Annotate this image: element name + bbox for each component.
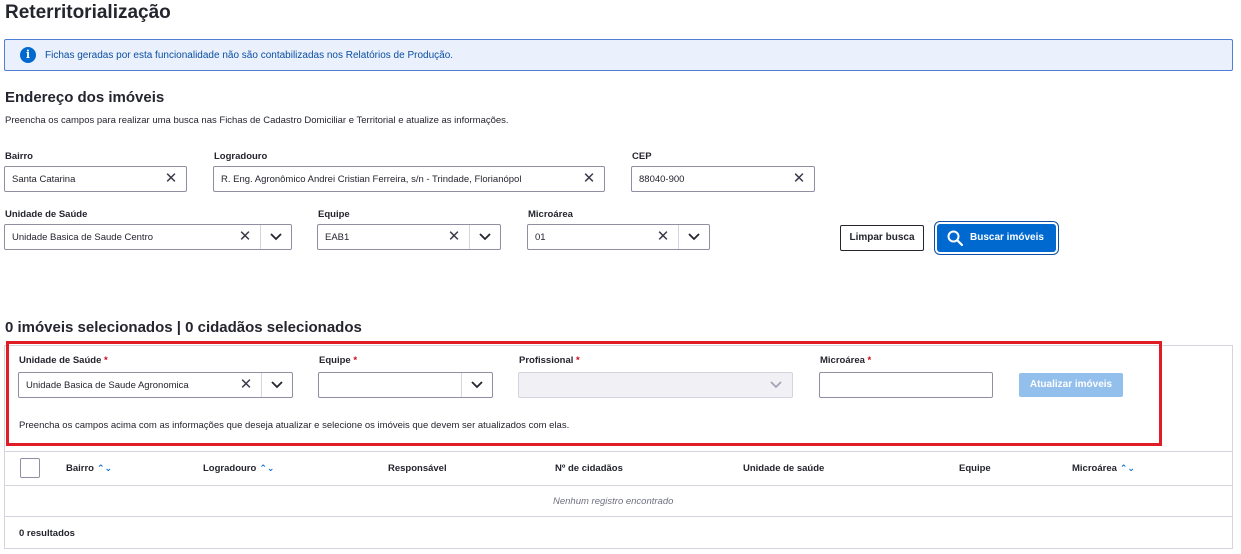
info-icon: i: [20, 47, 36, 63]
unidade-label: Unidade de Saúde: [5, 209, 88, 220]
cep-label: CEP: [632, 151, 652, 162]
equipe-select[interactable]: EAB1 ✕: [317, 224, 501, 250]
chevron-down-icon[interactable]: [469, 225, 500, 249]
logradouro-value: R. Eng. Agronômico Andrei Cristian Ferre…: [221, 174, 522, 185]
search-button[interactable]: Buscar imóveis: [937, 224, 1056, 252]
sort-icon[interactable]: ⌃⌄: [1120, 463, 1135, 473]
column-cidadaos: Nº de cidadãos: [555, 463, 623, 474]
chevron-down-icon[interactable]: [260, 225, 291, 249]
search-button-label: Buscar imóveis: [970, 232, 1044, 243]
select-all-checkbox[interactable]: [20, 458, 40, 478]
empty-table-message: Nenhum registro encontrado: [553, 496, 674, 507]
divider: [5, 485, 1232, 486]
logradouro-field[interactable]: R. Eng. Agronômico Andrei Cristian Ferre…: [213, 166, 605, 192]
search-icon: [947, 230, 963, 246]
selection-summary: 0 imóveis selecionados | 0 cidadãos sele…: [5, 319, 362, 336]
address-heading: Endereço dos imóveis: [5, 89, 165, 106]
microarea-value: 01: [535, 232, 546, 243]
clear-icon[interactable]: ✕: [655, 229, 671, 245]
bairro-field[interactable]: Santa Catarina ✕: [4, 166, 187, 192]
column-equipe: Equipe: [959, 463, 991, 474]
microarea-select[interactable]: 01 ✕: [527, 224, 710, 250]
equipe-value: EAB1: [325, 232, 350, 243]
logradouro-label: Logradouro: [214, 151, 268, 162]
highlight-box: [6, 341, 1162, 446]
column-unidade: Unidade de saúde: [743, 463, 825, 474]
clear-icon[interactable]: ✕: [791, 171, 807, 187]
clear-icon[interactable]: ✕: [237, 229, 253, 245]
sort-icon[interactable]: ⌃⌄: [97, 463, 112, 473]
clear-icon[interactable]: ✕: [581, 171, 597, 187]
cep-value: 88040-900: [639, 174, 685, 185]
bairro-value: Santa Catarina: [12, 174, 76, 185]
address-description: Preencha os campos para realizar uma bus…: [5, 115, 509, 126]
sort-icon[interactable]: ⌃⌄: [259, 463, 274, 473]
results-count: 0 resultados: [19, 528, 75, 539]
divider: [5, 516, 1232, 517]
unidade-select[interactable]: Unidade Basica de Saude Centro ✕: [4, 224, 292, 250]
cep-field[interactable]: 88040-900 ✕: [631, 166, 815, 192]
page-title: Reterritorialização: [5, 2, 171, 23]
divider: [5, 451, 1232, 452]
bairro-label: Bairro: [5, 151, 33, 162]
info-alert: i Fichas geradas por esta funcionalidade…: [4, 39, 1233, 71]
equipe-label: Equipe: [318, 209, 350, 220]
clear-icon[interactable]: ✕: [446, 229, 462, 245]
clear-icon[interactable]: ✕: [163, 171, 179, 187]
chevron-down-icon[interactable]: [678, 225, 709, 249]
column-microarea[interactable]: Microárea ⌃⌄: [1072, 463, 1135, 474]
column-bairro[interactable]: Bairro ⌃⌄: [66, 463, 112, 474]
unidade-value: Unidade Basica de Saude Centro: [12, 232, 154, 243]
alert-text: Fichas geradas por esta funcionalidade n…: [45, 50, 454, 61]
column-logradouro[interactable]: Logradouro ⌃⌄: [203, 463, 274, 474]
column-responsavel: Responsável: [388, 463, 447, 474]
clear-search-button[interactable]: Limpar busca: [840, 225, 924, 251]
microarea-label: Microárea: [528, 209, 573, 220]
